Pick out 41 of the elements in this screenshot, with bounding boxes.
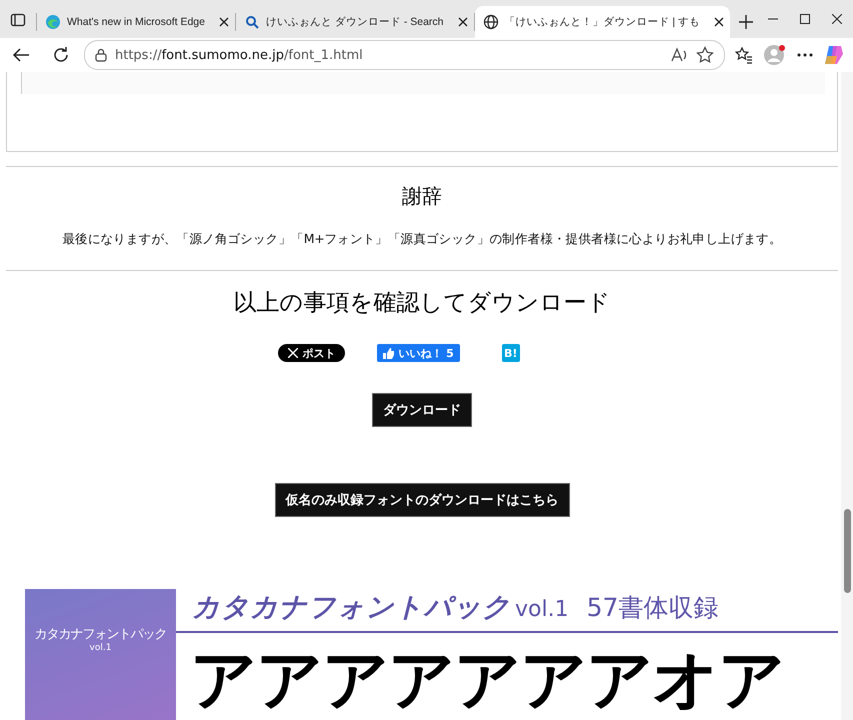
edge-logo-icon (45, 14, 61, 30)
search-icon (244, 14, 260, 30)
section-heading: 以上の事項を確認してダウンロード (234, 289, 610, 318)
browser-tab[interactable]: けいふぉんと ダウンロード - Search (236, 6, 474, 38)
lock-icon (95, 48, 107, 62)
favorite-star-icon[interactable] (696, 46, 714, 64)
maximize-icon[interactable] (800, 14, 810, 24)
url-text: https://font.sumomo.ne.jp/font_1.html (115, 48, 363, 62)
address-bar[interactable]: https://font.sumomo.ne.jp/font_1.html (84, 40, 725, 70)
close-window-icon[interactable] (832, 14, 842, 24)
font-sample-text: アアアアアアアオア (189, 647, 785, 713)
close-icon[interactable] (458, 17, 468, 27)
favorites-icon[interactable] (735, 46, 753, 64)
cover-title: カタカナフォントパック (34, 626, 166, 643)
cover-subtitle: vol.1 (90, 643, 112, 653)
like-button[interactable]: いいね！ 5 (377, 344, 460, 362)
close-icon[interactable] (218, 17, 229, 27)
tab-actions-icon[interactable] (10, 12, 26, 28)
x-logo-icon (288, 348, 298, 358)
download-button[interactable]: ダウンロード (372, 393, 472, 427)
section-heading: 謝辞 (402, 183, 442, 210)
browser-tab[interactable]: What's new in Microsoft Edge (37, 6, 235, 38)
profile-avatar-icon[interactable] (763, 43, 787, 67)
close-icon[interactable] (714, 17, 724, 27)
pack-title: カタカナフォントパック (192, 591, 511, 625)
typeface-count: 57書体収録 (586, 592, 718, 624)
input-field[interactable] (21, 72, 825, 94)
acknowledgement-text: 最後になりますが、「源ノ角ゴシック」「M+フォント」「源真ゴシック」の制作者様・提供者様に心よりお礼申し上げます。 (62, 231, 782, 248)
post-button[interactable]: ポスト (278, 344, 346, 362)
scrollbar-thumb[interactable] (844, 509, 851, 593)
download-button[interactable]: 仮名のみ収録フォントのダウンロードはこちら (274, 483, 570, 517)
refresh-icon[interactable] (52, 46, 70, 64)
copilot-icon[interactable] (823, 44, 845, 66)
browser-tab[interactable]: 「けいふぉんと！」ダウンロード | すも (474, 6, 730, 38)
volume-label: vol.1 (515, 597, 569, 622)
globe-icon (482, 14, 499, 30)
thumbs-up-icon (383, 348, 394, 358)
scrollbar[interactable] (841, 72, 853, 720)
back-icon[interactable] (12, 47, 30, 63)
new-tab-icon[interactable] (738, 14, 754, 30)
read-aloud-icon[interactable] (670, 47, 688, 63)
